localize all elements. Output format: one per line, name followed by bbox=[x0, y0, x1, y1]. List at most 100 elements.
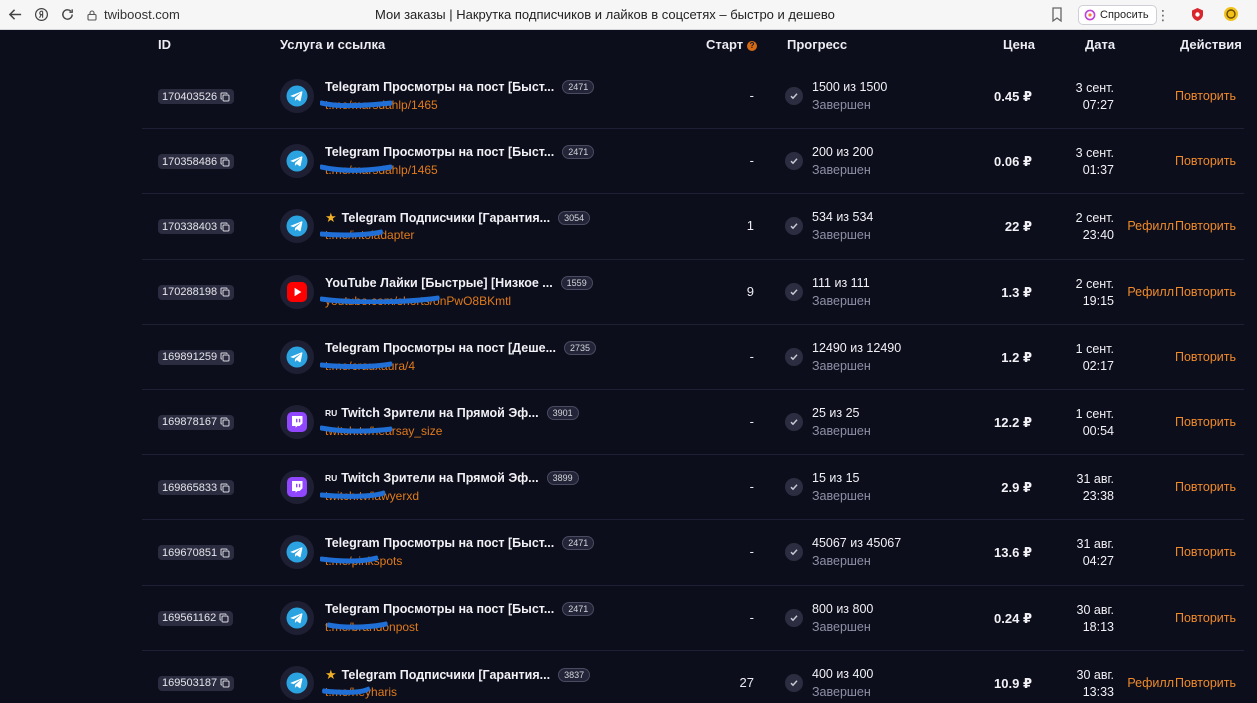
service-id-badge: 2471 bbox=[562, 536, 595, 551]
order-time: 18:13 bbox=[1082, 619, 1114, 634]
start-count: - bbox=[749, 413, 754, 429]
reload-icon[interactable] bbox=[56, 4, 78, 26]
repeat-button[interactable]: Повторить bbox=[1175, 415, 1236, 429]
back-arrow-icon[interactable] bbox=[4, 4, 26, 26]
ask-ai-button[interactable]: Спросить bbox=[1078, 5, 1157, 25]
bookmark-icon[interactable] bbox=[1049, 6, 1065, 24]
progress-amount: 111 из 111 bbox=[812, 275, 870, 290]
telegram-icon bbox=[280, 339, 314, 374]
refill-button[interactable]: Рефилл bbox=[1127, 676, 1174, 690]
order-id: 170288198 bbox=[162, 286, 218, 299]
progress-status: Завершен bbox=[812, 228, 871, 243]
table-row: 170288198 YouTube Лайки [Быстрые] [Низкое… bbox=[142, 260, 1244, 325]
copy-icon[interactable] bbox=[220, 157, 230, 167]
extension-coin-icon[interactable] bbox=[1223, 6, 1239, 22]
telegram-icon bbox=[280, 144, 314, 179]
check-icon bbox=[785, 608, 803, 627]
progress-amount: 800 из 800 bbox=[812, 601, 874, 616]
table-row: 169891259 Telegram Просмотры на пост [Деш… bbox=[142, 325, 1244, 390]
service-name-text: Telegram Подписчики [Гарантия... bbox=[341, 211, 551, 226]
progress-status: Завершен bbox=[812, 619, 871, 634]
progress-amount: 1500 из 1500 bbox=[812, 80, 888, 94]
service-name-text: Twitch Зрители на Прямой Эф... bbox=[341, 471, 539, 486]
check-icon bbox=[785, 412, 803, 431]
copy-icon[interactable] bbox=[219, 613, 229, 623]
copy-icon[interactable] bbox=[220, 222, 230, 232]
order-id-chip[interactable]: 169561162 bbox=[158, 610, 234, 626]
header-actions: Действия bbox=[1180, 37, 1242, 52]
repeat-button[interactable]: Повторить bbox=[1175, 154, 1236, 168]
repeat-button[interactable]: Повторить bbox=[1175, 350, 1236, 364]
order-date: 1 сент. bbox=[1075, 406, 1114, 421]
repeat-button[interactable]: Повторить bbox=[1175, 89, 1236, 103]
check-icon bbox=[785, 543, 803, 562]
progress-status: Завершен bbox=[812, 554, 871, 569]
order-id-chip[interactable]: 169503187 bbox=[158, 675, 235, 691]
repeat-button[interactable]: Повторить bbox=[1175, 611, 1236, 625]
redaction-scribble bbox=[320, 555, 379, 564]
order-id: 169878167 bbox=[162, 416, 218, 429]
order-id-chip[interactable]: 169670851 bbox=[158, 545, 235, 561]
redaction-scribble bbox=[320, 425, 393, 434]
address-bar[interactable]: twiboost.com bbox=[86, 4, 180, 26]
order-id-chip[interactable]: 170403526 bbox=[158, 89, 235, 104]
copy-icon[interactable] bbox=[220, 678, 230, 688]
start-count: - bbox=[749, 479, 754, 495]
table-row: 170338403 ★ Telegram Подписчики [Гарантия.… bbox=[142, 194, 1244, 260]
repeat-button[interactable]: Повторить bbox=[1175, 285, 1236, 299]
header-progress: Прогресс bbox=[787, 37, 848, 52]
twitch-icon bbox=[280, 470, 314, 505]
orders-table: 170403526 Telegram Просмотры на пост [Быс… bbox=[142, 64, 1244, 703]
url-text: twiboost.com bbox=[104, 7, 180, 22]
progress-amount: 12490 из 12490 bbox=[812, 340, 902, 355]
order-time: 23:38 bbox=[1082, 489, 1114, 504]
service-name-text: Telegram Просмотры на пост [Быст... bbox=[325, 601, 555, 616]
telegram-icon bbox=[280, 79, 314, 113]
progress-amount: 15 из 15 bbox=[812, 471, 860, 486]
order-id: 169865833 bbox=[162, 481, 218, 494]
order-price: 10.9 ₽ bbox=[994, 675, 1032, 691]
service-name: Telegram Просмотры на пост [Быст... 2471 bbox=[325, 536, 595, 551]
service-name-text: Telegram Просмотры на пост [Быст... bbox=[325, 536, 555, 551]
service-country-prefix: RU bbox=[325, 407, 338, 418]
order-time: 04:27 bbox=[1082, 554, 1114, 569]
repeat-button[interactable]: Повторить bbox=[1175, 676, 1236, 690]
copy-icon[interactable] bbox=[220, 483, 230, 493]
extension-shield-icon[interactable] bbox=[1190, 7, 1205, 22]
repeat-button[interactable]: Повторить bbox=[1175, 219, 1236, 233]
order-price: 2.9 ₽ bbox=[1001, 480, 1032, 496]
repeat-button[interactable]: Повторить bbox=[1175, 545, 1236, 559]
order-id-chip[interactable]: 169891259 bbox=[158, 349, 235, 365]
order-id-chip[interactable]: 169865833 bbox=[158, 480, 235, 496]
yandex-logo-icon[interactable] bbox=[30, 4, 52, 26]
copy-icon[interactable] bbox=[220, 92, 230, 102]
help-icon[interactable]: ? bbox=[747, 41, 758, 51]
order-date: 31 авг. bbox=[1076, 537, 1114, 552]
refill-button[interactable]: Рефилл bbox=[1127, 219, 1174, 233]
copy-icon[interactable] bbox=[220, 287, 230, 297]
service-name: Telegram Просмотры на пост [Быст... 2471 bbox=[325, 601, 595, 616]
order-id: 170358486 bbox=[162, 155, 218, 168]
order-date: 1 сент. bbox=[1075, 341, 1114, 356]
copy-icon[interactable] bbox=[220, 417, 230, 427]
copy-icon[interactable] bbox=[220, 352, 230, 362]
start-count: - bbox=[749, 88, 754, 103]
order-id-chip[interactable]: 169878167 bbox=[158, 414, 235, 430]
progress-amount: 25 из 25 bbox=[812, 405, 860, 420]
order-id-chip[interactable]: 170358486 bbox=[158, 154, 235, 170]
start-count: - bbox=[749, 348, 754, 364]
repeat-button[interactable]: Повторить bbox=[1175, 480, 1236, 494]
order-id: 169670851 bbox=[162, 546, 218, 559]
service-name: Telegram Просмотры на пост [Быст... 2471 bbox=[325, 145, 595, 160]
more-menu-icon[interactable]: ⋮ bbox=[1156, 6, 1170, 24]
table-row: 169670851 Telegram Просмотры на пост [Быс… bbox=[142, 520, 1244, 586]
service-name-text: Telegram Просмотры на пост [Деше... bbox=[325, 340, 556, 355]
sparkle-icon bbox=[1084, 9, 1096, 21]
start-count: 1 bbox=[746, 218, 754, 234]
service-id-badge: 1559 bbox=[560, 275, 593, 290]
order-id-chip[interactable]: 170288198 bbox=[158, 284, 235, 300]
order-id-chip[interactable]: 170338403 bbox=[158, 219, 235, 235]
order-date: 31 авг. bbox=[1076, 472, 1114, 487]
copy-icon[interactable] bbox=[220, 548, 230, 558]
refill-button[interactable]: Рефилл bbox=[1127, 285, 1174, 299]
